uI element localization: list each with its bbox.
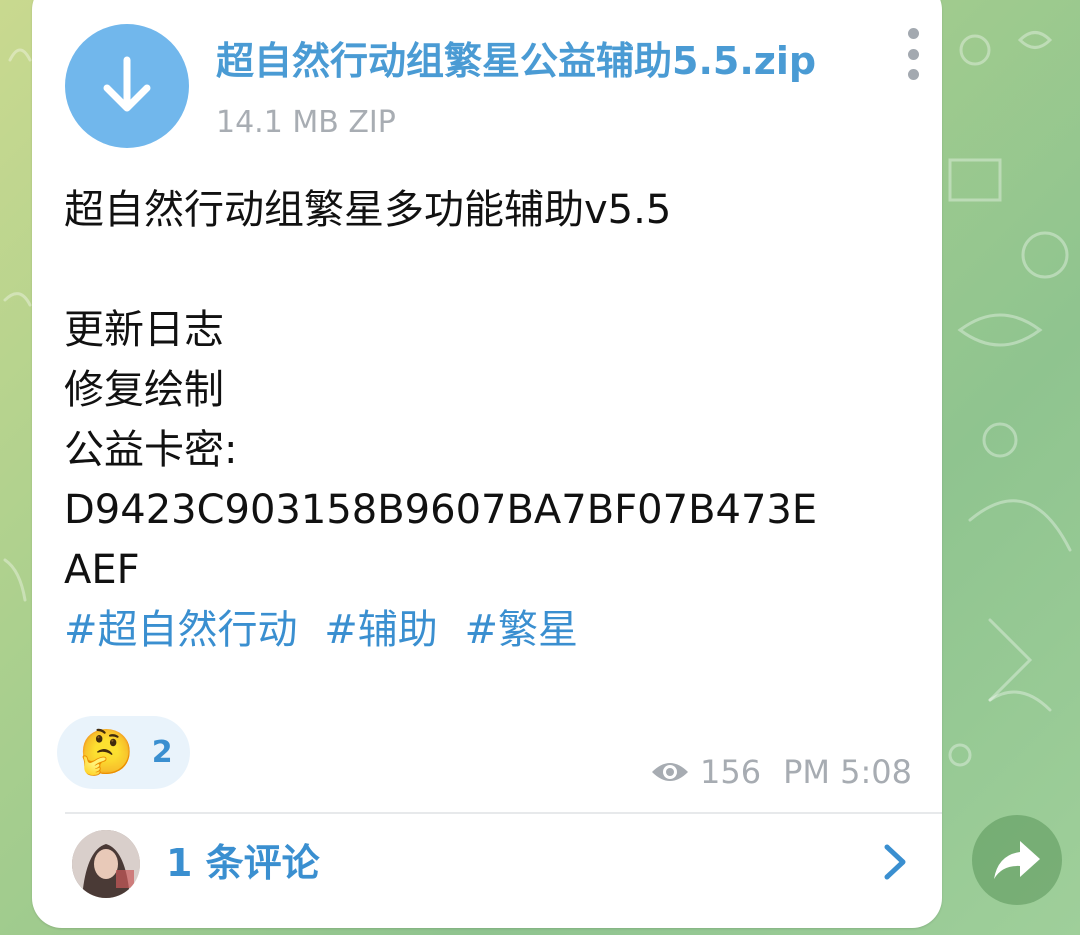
hashtag-link[interactable]: #超自然行动 (64, 607, 298, 653)
avatar-image (72, 830, 140, 898)
hashtag-link[interactable]: #辅助 (324, 607, 438, 653)
dot-icon (907, 48, 919, 60)
file-size: 14.1 MB ZIP (216, 105, 396, 140)
eye-icon (652, 763, 688, 781)
message-time: PM 5:08 (783, 753, 913, 791)
message-line: 公益卡密: (64, 427, 238, 473)
reaction-count: 2 (151, 735, 173, 770)
comments-button[interactable]: 1 条评论 (32, 814, 942, 910)
view-count: 156 (700, 753, 762, 791)
dot-icon (907, 28, 919, 39)
message-line: D9423C903158B9607BA7BF07B473E (64, 487, 818, 533)
comments-label: 1 条评论 (166, 841, 320, 885)
message-text: 超自然行动组繁星多功能辅助v5.5 更新日志 修复绘制 公益卡密: D9423C… (64, 180, 817, 660)
message-line (64, 240, 817, 300)
forward-arrow-icon (994, 841, 1040, 879)
file-name[interactable]: 超自然行动组繁星公益辅助5.5.zip (216, 36, 816, 86)
message-line: 更新日志 (64, 307, 224, 353)
reaction-chip[interactable]: 🤔 2 (57, 716, 190, 789)
message-line: 超自然行动组繁星多功能辅助v5.5 (64, 187, 672, 233)
share-button[interactable] (972, 815, 1062, 905)
arrow-down-icon (103, 56, 151, 112)
message-line: 修复绘制 (64, 367, 224, 413)
thinking-face-icon: 🤔 (79, 726, 134, 778)
chevron-right-icon (884, 844, 906, 880)
more-options-button[interactable] (900, 28, 926, 80)
avatar (72, 830, 140, 898)
hashtag-link[interactable]: #繁星 (464, 607, 578, 653)
dot-icon (907, 69, 919, 80)
hashtag-list: #超自然行动 #辅助 #繁星 (64, 600, 817, 660)
message-meta: 156 PM 5:08 (650, 750, 912, 794)
message-line: AEF (64, 547, 140, 593)
download-button[interactable] (65, 24, 189, 148)
